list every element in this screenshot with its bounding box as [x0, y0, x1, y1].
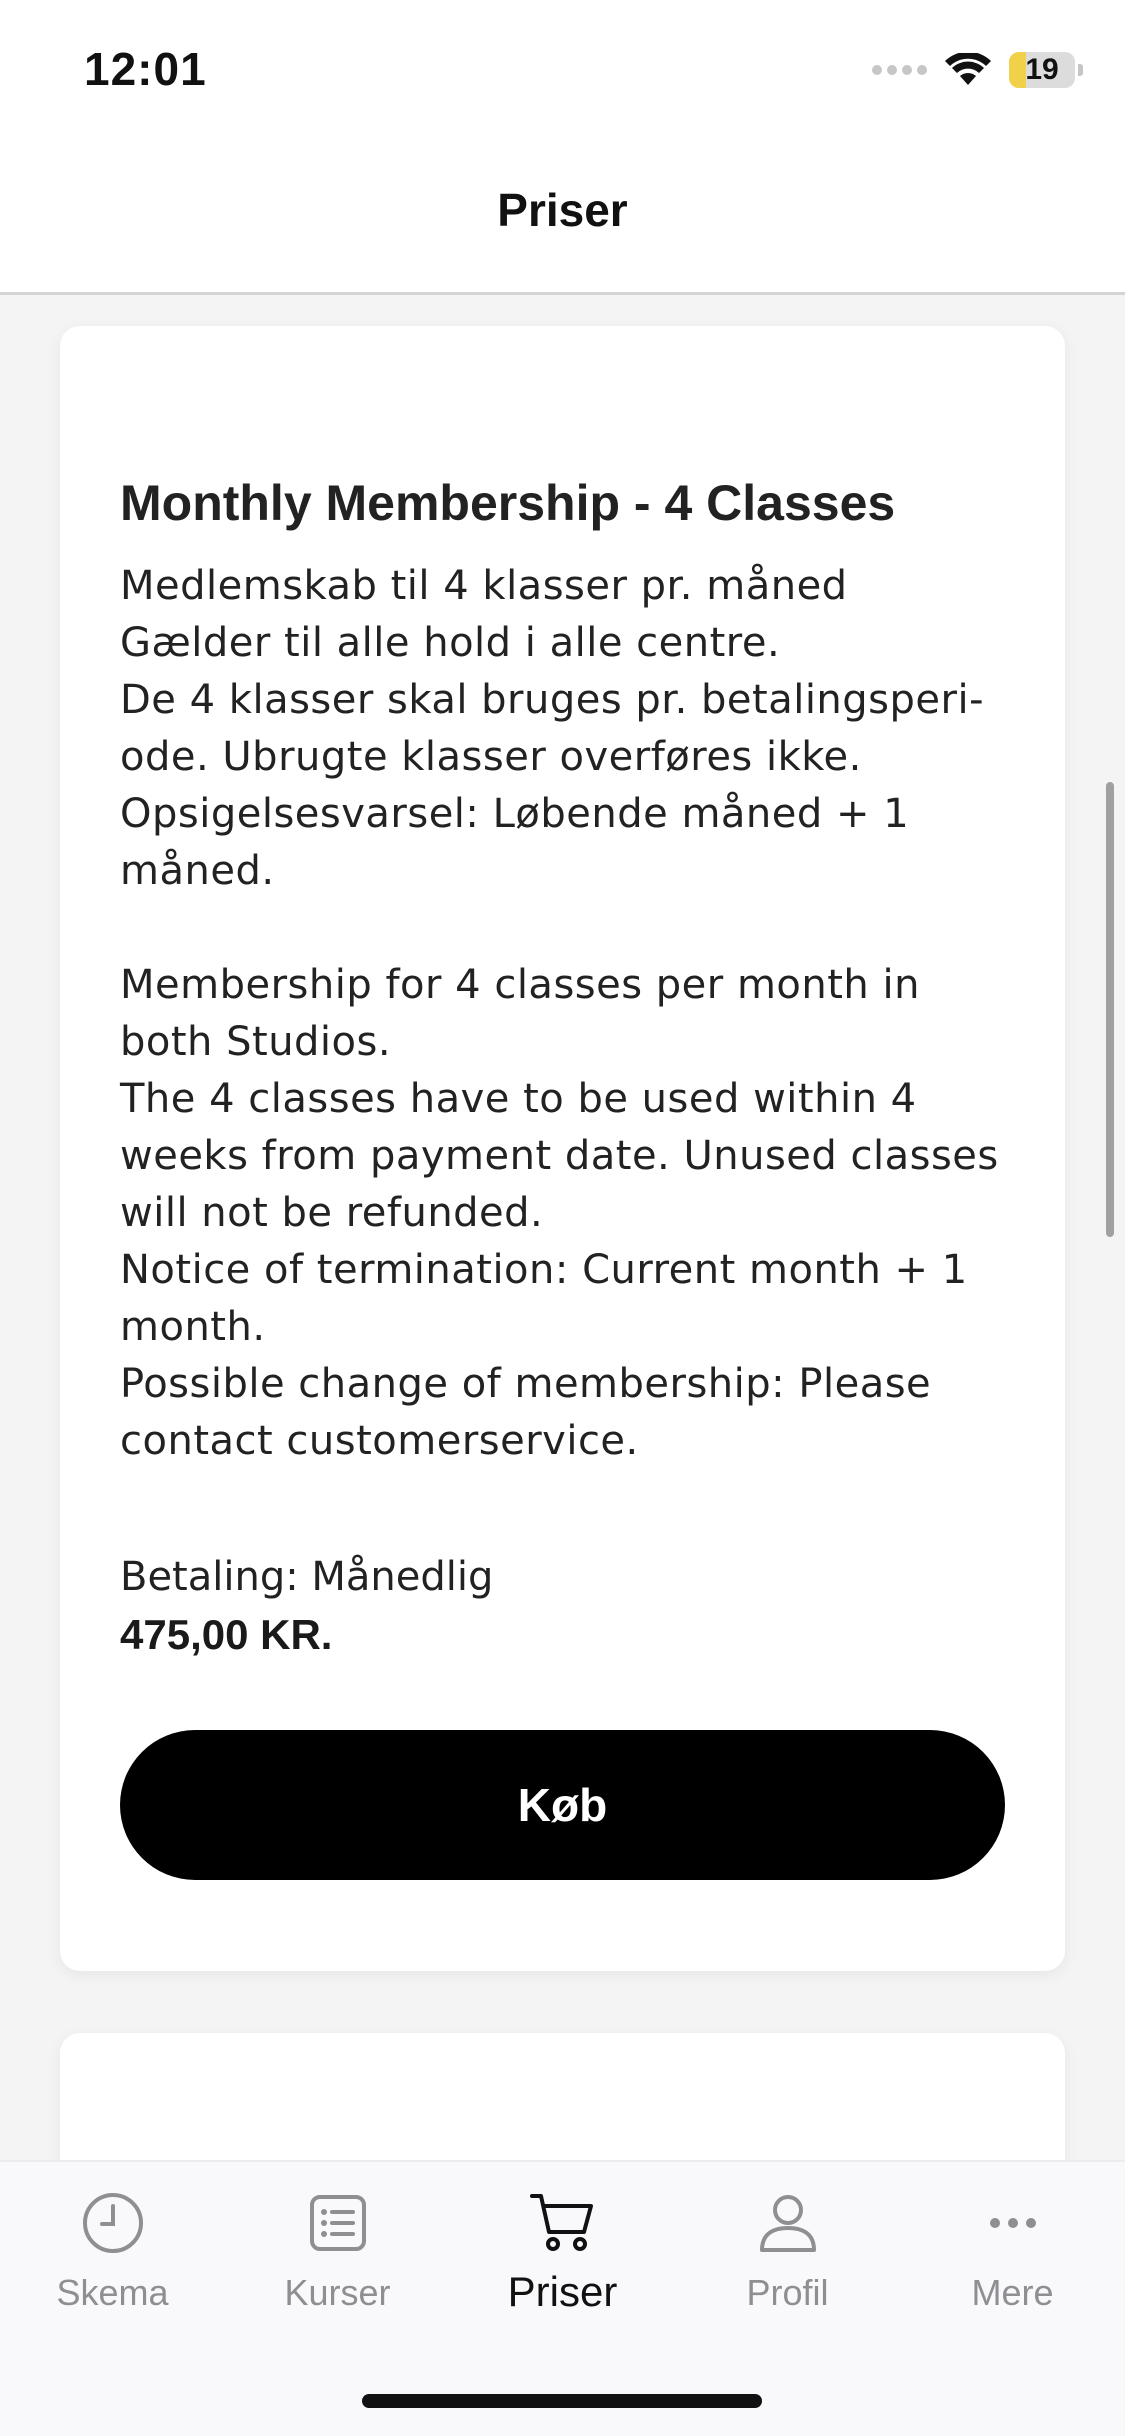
buy-button[interactable]: Køb [120, 1730, 1005, 1880]
next-membership-card [60, 2033, 1065, 2160]
membership-card: Monthly Membership - 4 Classes Medlemska… [60, 326, 1065, 1971]
tab-label: Profil [746, 2272, 829, 2313]
membership-description: Medlemskab til 4 klasser pr. måned Gælde… [120, 563, 999, 1464]
list-icon [309, 2195, 366, 2251]
more-icon [989, 2218, 1036, 2228]
billing-period: Betaling: Månedlig [120, 1554, 494, 1600]
wifi-icon [945, 53, 991, 85]
status-bar: 12:01 19 [0, 0, 1125, 135]
person-icon [759, 2195, 816, 2252]
tab-label: Mere [971, 2272, 1054, 2313]
tab-mere[interactable]: Mere [900, 2188, 1125, 2338]
cellular-signal-icon [872, 65, 927, 75]
membership-title: Monthly Membership - 4 Classes [120, 475, 896, 531]
tab-label: Skema [56, 2272, 169, 2313]
tab-profil[interactable]: Profil [675, 2188, 900, 2338]
home-indicator[interactable] [362, 2394, 762, 2408]
battery-level: 19 [1025, 53, 1059, 86]
page-title: Priser [497, 184, 628, 236]
tab-priser[interactable]: Priser [450, 2188, 675, 2338]
tab-kurser[interactable]: Kurser [225, 2188, 450, 2338]
prices-list[interactable]: Monthly Membership - 4 Classes Medlemska… [0, 298, 1125, 2160]
membership-price: 475,00 KR. [120, 1611, 333, 1658]
status-time: 12:01 [84, 43, 207, 95]
navigation-header: Priser [0, 135, 1125, 295]
status-indicators: 19 [872, 48, 1083, 92]
tab-skema[interactable]: Skema [0, 2188, 225, 2338]
cart-icon [529, 2194, 593, 2251]
tab-label: Kurser [284, 2272, 391, 2313]
clock-icon [82, 2193, 143, 2253]
battery-icon: 19 [1009, 52, 1083, 88]
tab-label: Priser [507, 2268, 618, 2315]
scrollbar[interactable] [1106, 782, 1114, 1237]
